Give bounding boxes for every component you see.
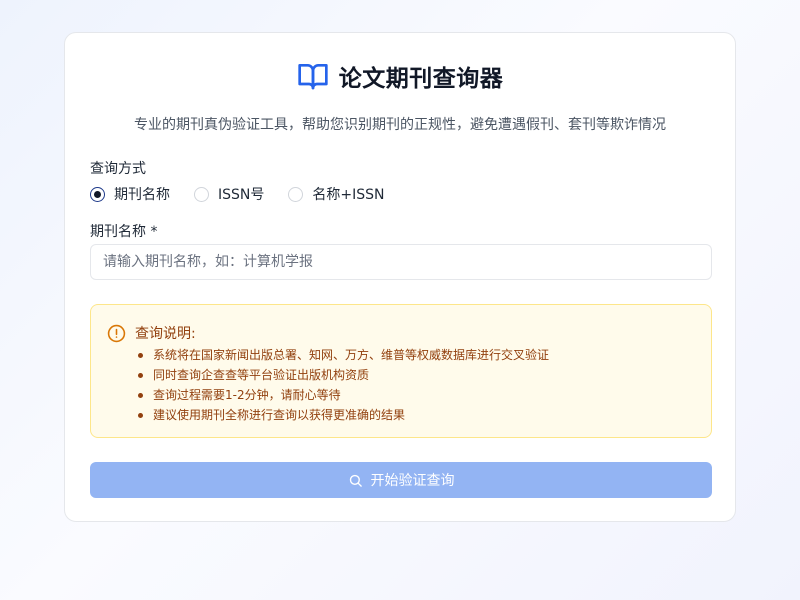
notice-list: 系统将在国家新闻出版总署、知网、万方、维普等权威数据库进行交叉验证 同时查询企查…: [137, 345, 549, 425]
list-item: 建议使用期刊全称进行查询以获得更准确的结果: [137, 405, 549, 425]
query-notice: 查询说明: 系统将在国家新闻出版总署、知网、万方、维普等权威数据库进行交叉验证 …: [90, 304, 712, 438]
notice-header: 查询说明:: [107, 323, 196, 343]
radio-journal-name-label: 期刊名称: [114, 187, 170, 203]
radio-journal-name-dot[interactable]: [90, 186, 105, 202]
radio-name-issn[interactable]: 名称+ISSN: [288, 184, 384, 204]
list-item: 查询过程需要1-2分钟，请耐心等待: [137, 385, 549, 405]
start-query-button[interactable]: 开始验证查询: [90, 462, 712, 498]
page-title: 论文期刊查询器: [338, 66, 504, 92]
radio-name-issn-label: 名称+ISSN: [312, 187, 385, 203]
page-subtitle: 专业的期刊真伪验证工具，帮助您识别期刊的正规性，避免遭遇假刊、套刊等欺诈情况: [134, 117, 666, 133]
query-card: 论文期刊查询器 专业的期刊真伪验证工具，帮助您识别期刊的正规性，避免遭遇假刊、套…: [64, 32, 736, 522]
search-icon: [349, 474, 362, 487]
radio-issn-dot[interactable]: [194, 186, 209, 202]
query-method-label: 查询方式: [90, 161, 146, 177]
start-query-label: 开始验证查询: [370, 473, 455, 489]
radio-issn[interactable]: ISSN号: [194, 184, 264, 204]
journal-name-input[interactable]: [90, 244, 712, 280]
radio-name-issn-dot[interactable]: [288, 186, 304, 202]
title-row: 论文期刊查询器: [65, 59, 735, 93]
list-item: 系统将在国家新闻出版总署、知网、万方、维普等权威数据库进行交叉验证: [137, 345, 549, 365]
alert-circle-icon: [107, 324, 126, 342]
book-open-icon: [298, 63, 328, 90]
notice-title: 查询说明:: [135, 326, 196, 342]
radio-issn-label: ISSN号: [218, 187, 265, 203]
query-method-radio-group: 期刊名称 ISSN号 名称+ISSN: [90, 184, 408, 204]
radio-journal-name[interactable]: 期刊名称: [90, 184, 170, 204]
journal-name-label: 期刊名称 *: [90, 224, 158, 240]
list-item: 同时查询企查查等平台验证出版机构资质: [137, 365, 549, 385]
